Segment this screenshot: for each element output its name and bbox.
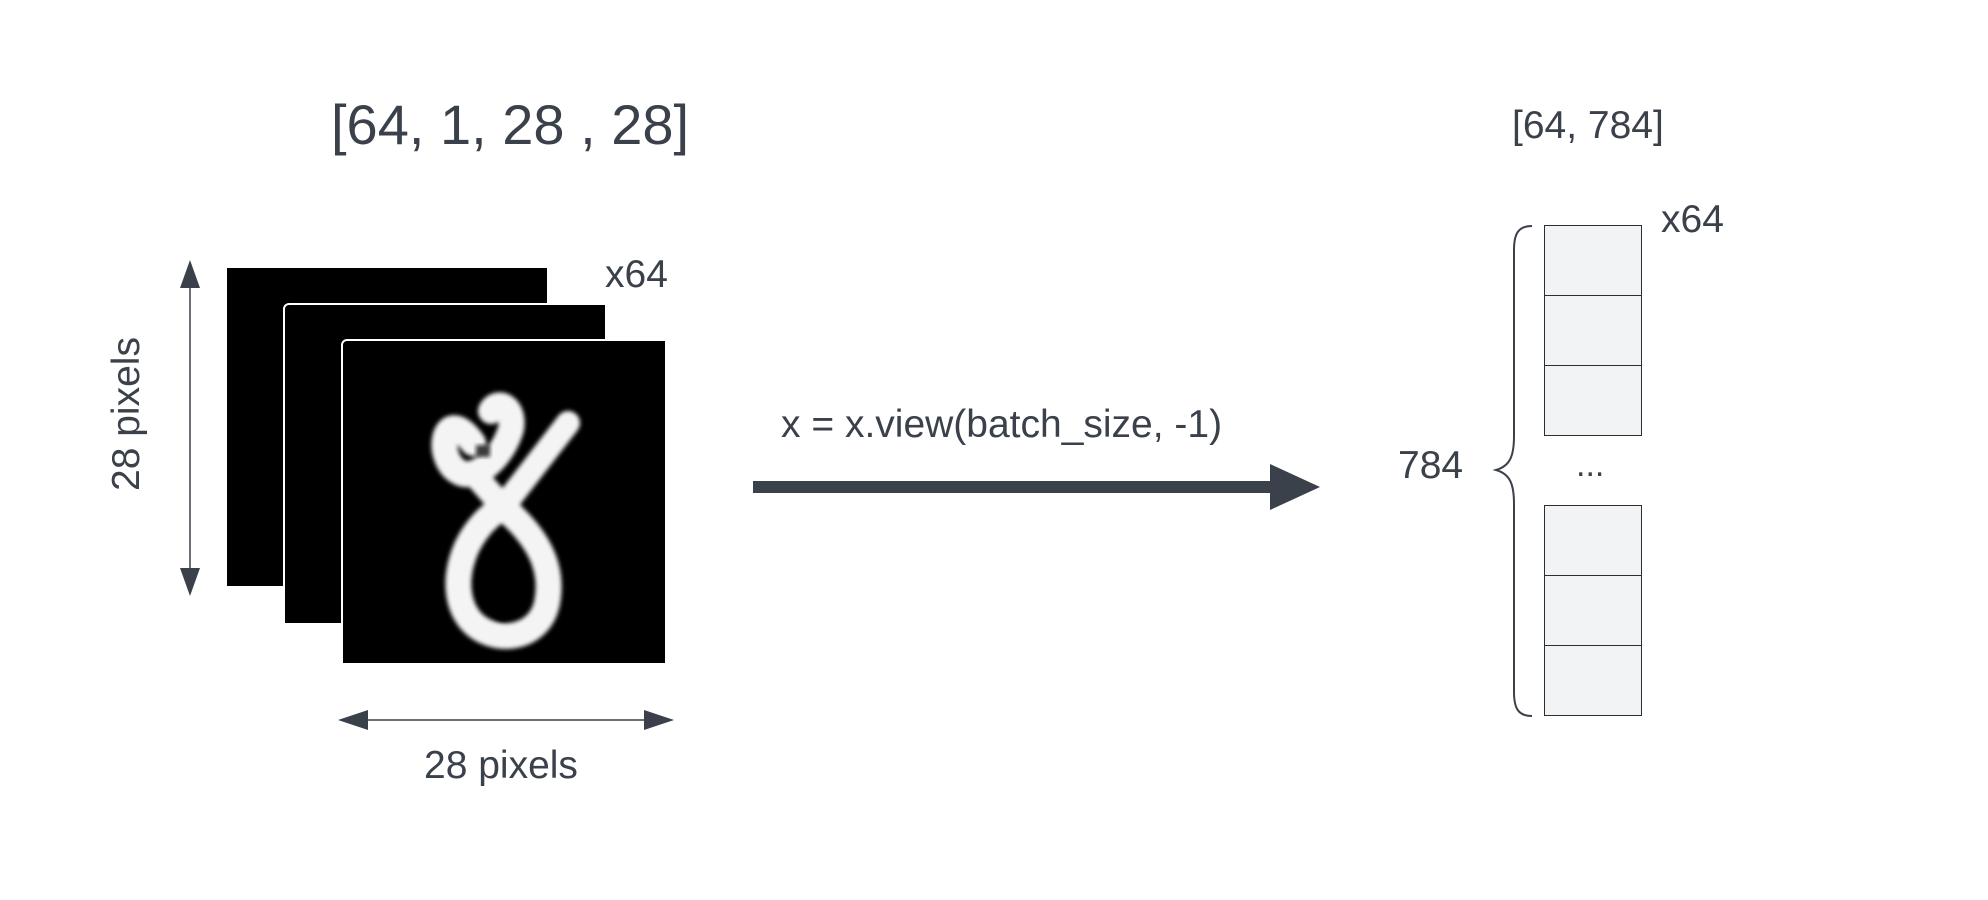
vector-cell [1544, 505, 1642, 576]
vector-cell [1544, 225, 1642, 296]
transform-arrow [753, 464, 1320, 510]
output-shape-label: [64, 784] [1512, 104, 1664, 147]
input-shape-label: [64, 1, 28 , 28] [331, 93, 690, 156]
output-length-label: 784 [1398, 444, 1464, 487]
view-code-label: x = x.view(batch_size, -1) [781, 403, 1223, 446]
vector-cell [1544, 295, 1642, 366]
vector-cell [1544, 575, 1642, 646]
vector-ellipsis: ... [1576, 446, 1605, 484]
input-batch-count-label: x64 [605, 253, 668, 296]
height-label: 28 pixels [105, 337, 148, 491]
vector-cell [1544, 645, 1642, 716]
vector-cell [1544, 365, 1642, 436]
output-batch-count-label: x64 [1661, 198, 1724, 241]
digit-eight-image [431, 392, 580, 649]
image-frame-front [341, 339, 667, 665]
width-dimension-arrow [338, 710, 674, 730]
width-label: 28 pixels [424, 744, 578, 787]
length-brace [1492, 225, 1533, 717]
height-dimension-arrow [180, 260, 200, 596]
